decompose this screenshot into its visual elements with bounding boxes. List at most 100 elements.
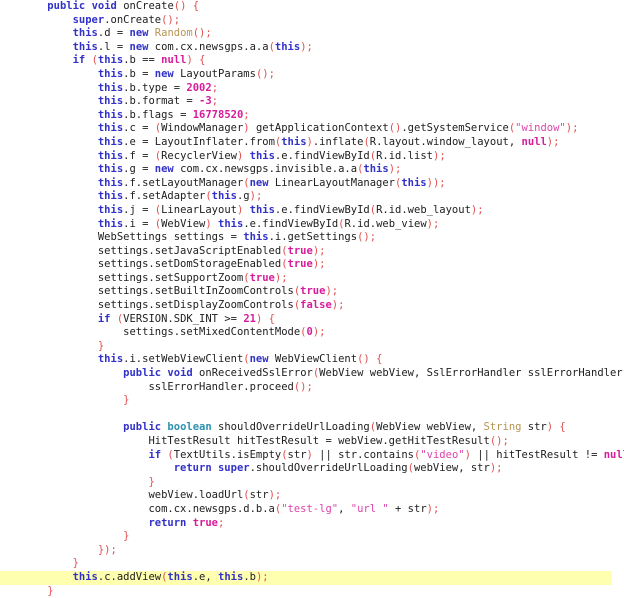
- code-line[interactable]: this.d = new Random();: [0, 27, 624, 41]
- code-token: }: [148, 475, 155, 488]
- code-token: settings.setJavaScriptEnabled: [97, 244, 282, 257]
- code-line[interactable]: this.b = new LayoutParams();: [0, 68, 624, 82]
- code-line[interactable]: this.g = new com.cx.newsgps.invisible.a.…: [0, 163, 624, 177]
- code-token: true: [287, 244, 313, 257]
- code-line[interactable]: if (VERSION.SDK_INT >= 21) {: [0, 313, 624, 327]
- code-token: this: [97, 54, 124, 67]
- code-line[interactable]: if (this.b == null) {: [0, 54, 624, 68]
- code-token: .b.type: [123, 81, 174, 94]
- code-token: }: [47, 584, 54, 597]
- code-line[interactable]: this.j = (LinearLayout) this.e.findViewB…: [0, 204, 624, 218]
- code-line[interactable]: this.c = (WindowManager) getApplicationC…: [0, 122, 624, 136]
- code-line[interactable]: this.b.format = -3;: [0, 95, 624, 109]
- code-line[interactable]: settings.setBuiltInZoomControls(true);: [0, 285, 624, 299]
- code-token: super: [72, 13, 105, 26]
- code-token: public: [123, 421, 162, 434]
- code-token: .shouldOverrideUrlLoading: [249, 462, 408, 475]
- code-token: this: [72, 40, 98, 53]
- code-line[interactable]: super.onCreate();: [0, 14, 624, 28]
- code-token: .e.findViewById: [243, 217, 339, 230]
- code-token: ;: [306, 380, 313, 393]
- code-line[interactable]: settings.setSupportZoom(true);: [0, 272, 624, 286]
- code-line[interactable]: settings.setDisplayZoomControls(false);: [0, 299, 624, 313]
- code-token: settings.setDomStorageEnabled: [97, 258, 282, 271]
- code-token: settings.setMixedContentMode: [123, 326, 301, 339]
- code-line[interactable]: sslErrorHandler.proceed();: [0, 381, 624, 395]
- code-line[interactable]: webView.loadUrl(str);: [0, 489, 624, 503]
- code-line[interactable]: com.cx.newsgps.d.b.a("test-lg", "url " +…: [0, 503, 624, 517]
- code-token: str: [287, 448, 307, 461]
- code-token: ;: [439, 176, 446, 189]
- code-token: true: [300, 285, 326, 298]
- code-line[interactable]: this.b.flags = 16778520;: [0, 109, 624, 123]
- code-line[interactable]: this.i = (WebView) this.e.findViewById(R…: [0, 218, 624, 232]
- code-token: 2002: [186, 81, 212, 94]
- code-line[interactable]: [0, 408, 624, 422]
- code-token: this: [97, 108, 124, 121]
- code-token: public: [123, 367, 162, 380]
- code-line[interactable]: if (TextUtils.isEmpty(str) || str.contai…: [0, 449, 624, 463]
- code-token: this: [97, 95, 124, 108]
- code-line[interactable]: }: [0, 476, 624, 490]
- code-line[interactable]: this.b.type = 2002;: [0, 82, 624, 96]
- code-token: this: [97, 149, 124, 162]
- code-token: new: [154, 67, 174, 80]
- code-token: .g: [123, 163, 143, 176]
- code-token: 21: [243, 312, 256, 325]
- code-line[interactable]: this.f.setAdapter(this.g);: [0, 190, 624, 204]
- code-line[interactable]: settings.setJavaScriptEnabled(true);: [0, 245, 624, 259]
- code-line[interactable]: public void onCreate() {: [0, 0, 624, 14]
- code-token: ;: [243, 108, 250, 121]
- code-line[interactable]: this.l = new com.cx.newsgps.a.a(this);: [0, 41, 624, 55]
- code-line[interactable]: }: [0, 530, 624, 544]
- code-line[interactable]: HitTestResult hitTestResult = webView.ge…: [0, 435, 624, 449]
- code-token: com.cx.newsgps.a.a: [148, 40, 269, 53]
- code-line[interactable]: });: [0, 544, 624, 558]
- code-token: (): [357, 353, 370, 366]
- code-token: ==: [142, 54, 155, 67]
- code-line[interactable]: this.i.setWebViewClient(new WebViewClien…: [0, 353, 624, 367]
- code-token: ;: [255, 190, 263, 203]
- code-token: settings.setSupportZoom: [97, 271, 244, 284]
- code-token: R.id.web_view: [344, 217, 427, 230]
- code-line[interactable]: return super.shouldOverrideUrlLoading(we…: [0, 462, 624, 476]
- code-token: ;: [433, 217, 440, 230]
- code-line[interactable]: }: [0, 394, 624, 408]
- code-line[interactable]: settings.setMixedContentMode(0);: [0, 326, 624, 340]
- code-line[interactable]: WebSettings settings = this.i.getSetting…: [0, 231, 624, 245]
- code-token: .e,: [192, 570, 219, 583]
- code-line[interactable]: }: [0, 585, 624, 598]
- code-token: .getSystemService: [401, 122, 509, 135]
- code-line[interactable]: public void onReceivedSslError(WebView w…: [0, 367, 624, 381]
- code-token: if: [97, 312, 111, 325]
- code-line-highlighted[interactable]: this.c.addView(this.e, this.b);: [0, 570, 612, 585]
- code-line[interactable]: this.e = LayoutInflater.from(this).infla…: [0, 136, 624, 150]
- code-line[interactable]: public boolean shouldOverrideUrlLoading(…: [0, 421, 624, 435]
- code-token: this: [249, 203, 275, 216]
- code-token: new: [154, 163, 174, 176]
- code-line[interactable]: }: [0, 340, 624, 354]
- code-token: (): [357, 231, 370, 244]
- code-token: )): [426, 176, 440, 189]
- code-line[interactable]: settings.setDomStorageEnabled(true);: [0, 258, 624, 272]
- code-line[interactable]: this.f = (RecyclerView) this.e.findViewB…: [0, 150, 624, 164]
- code-token: null: [603, 448, 624, 461]
- code-viewer-pane[interactable]: public void onCreate() { super.onCreate(…: [0, 0, 624, 597]
- code-token: .b.format: [123, 95, 187, 108]
- code-line[interactable]: }: [0, 557, 624, 571]
- code-line[interactable]: this.f.setLayoutManager(new LinearLayout…: [0, 177, 624, 191]
- code-line[interactable]: return true;: [0, 517, 624, 531]
- code-token: public: [47, 0, 86, 12]
